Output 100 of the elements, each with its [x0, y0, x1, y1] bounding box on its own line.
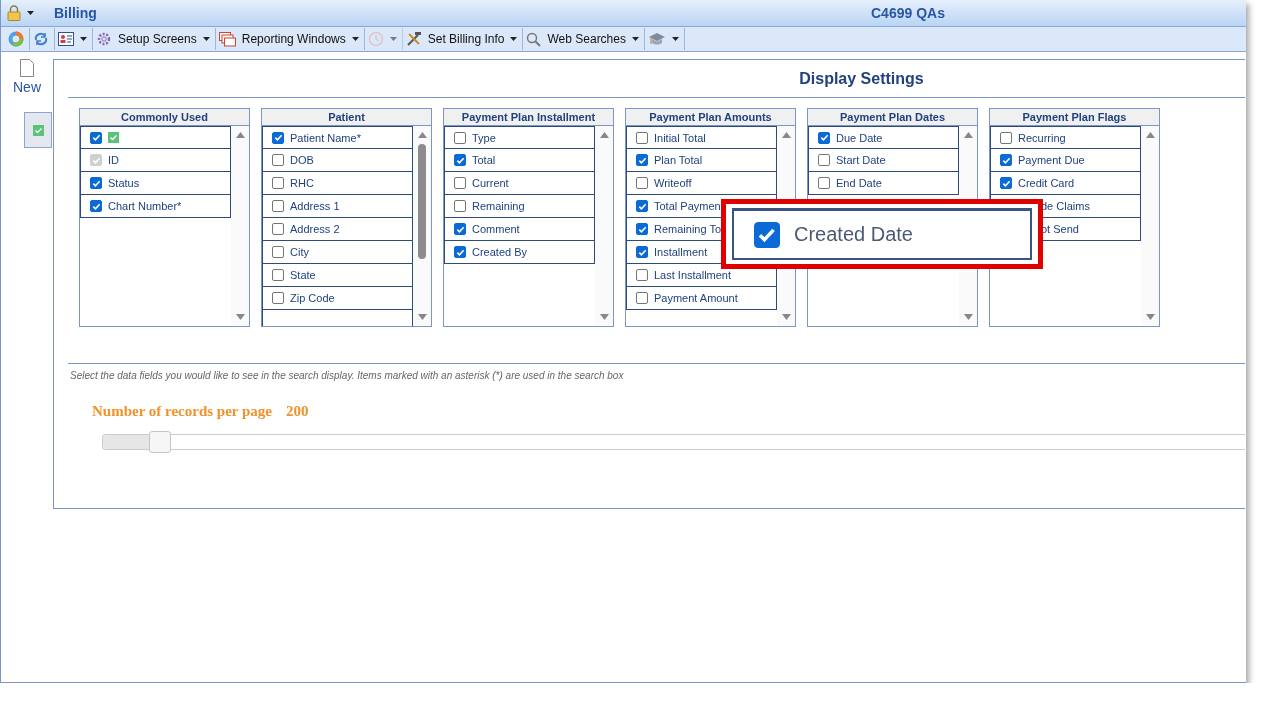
toolbar-menu-button[interactable]: Web Searches: [523, 28, 645, 50]
check-icon: [108, 132, 119, 143]
scroll-down-icon[interactable]: [964, 314, 973, 320]
scrollbar[interactable]: [1141, 126, 1159, 326]
graduation-cap-icon: [648, 32, 666, 46]
list-row[interactable]: [80, 126, 231, 149]
checkbox[interactable]: [272, 292, 284, 304]
scroll-up-icon[interactable]: [418, 132, 427, 138]
scroll-down-icon[interactable]: [1146, 314, 1155, 320]
list-row[interactable]: Address 1: [262, 195, 413, 218]
list-row[interactable]: Payment Amount: [626, 287, 777, 310]
list-row[interactable]: City: [262, 241, 413, 264]
row-label: Total: [472, 154, 496, 166]
checkbox[interactable]: [272, 269, 284, 281]
checkbox[interactable]: [636, 131, 648, 144]
row-label: Type: [472, 131, 496, 144]
list-row[interactable]: Remaining: [444, 195, 595, 218]
checkbox[interactable]: [1000, 177, 1012, 189]
checkbox[interactable]: [818, 131, 830, 144]
list-row[interactable]: Payment Due: [990, 149, 1141, 172]
checkbox[interactable]: [636, 246, 648, 258]
scroll-up-icon[interactable]: [236, 132, 245, 138]
row-label: Address 2: [290, 223, 340, 235]
checkbox[interactable]: [818, 154, 830, 166]
checkbox[interactable]: [272, 246, 284, 258]
row-label: Status: [108, 177, 140, 189]
list-row[interactable]: Writeoff: [626, 172, 777, 195]
checkbox[interactable]: [454, 223, 466, 235]
row-label: Payment Amount: [654, 292, 738, 304]
toolbar-menu-button[interactable]: Set Billing Info: [402, 28, 524, 50]
scroll-thumb[interactable]: [418, 144, 426, 259]
row-label: Recurring: [1018, 131, 1066, 144]
checkbox[interactable]: [636, 177, 648, 189]
list-row[interactable]: DOB: [262, 149, 413, 172]
list-row[interactable]: Type: [444, 126, 595, 149]
row-label: Zip Code: [290, 292, 335, 304]
records-label: Number of records per page: [92, 403, 272, 420]
list-row[interactable]: Due Date: [808, 126, 959, 149]
scroll-up-icon[interactable]: [782, 132, 791, 138]
scroll-up-icon[interactable]: [1146, 132, 1155, 138]
scrollbar[interactable]: [595, 126, 613, 326]
checkbox[interactable]: [90, 131, 102, 144]
list-row[interactable]: Start Date: [808, 149, 959, 172]
checkbox[interactable]: [1000, 154, 1012, 166]
checkbox[interactable]: [818, 177, 830, 189]
list-row[interactable]: Status: [80, 172, 231, 195]
list-row[interactable]: Plan Total: [626, 149, 777, 172]
scroll-up-icon[interactable]: [964, 132, 973, 138]
checkbox[interactable]: [272, 223, 284, 235]
hint-text: Select the data fields you would like to see in the search display. Items marked with an asterisk (*) are used in the search box: [70, 370, 625, 381]
scroll-down-icon[interactable]: [600, 314, 609, 320]
row-label: Credit Card: [1018, 177, 1075, 189]
list-row[interactable]: End Date: [808, 172, 959, 195]
checkbox[interactable]: [272, 131, 284, 144]
checkbox[interactable]: [272, 154, 284, 166]
row-label: Payment Due: [1018, 154, 1085, 166]
checkbox[interactable]: [1000, 131, 1012, 144]
list-row[interactable]: Credit Card: [990, 172, 1141, 195]
list-row[interactable]: Created By: [444, 241, 595, 264]
list-row[interactable]: RHC: [262, 172, 413, 195]
list-row[interactable]: Zip Code: [262, 287, 413, 310]
checkbox[interactable]: [90, 200, 102, 212]
scrollbar[interactable]: [231, 126, 249, 326]
scroll-down-icon[interactable]: [418, 314, 427, 320]
list-row[interactable]: Current: [444, 172, 595, 195]
list-row[interactable]: Comment: [444, 218, 595, 241]
list-row[interactable]: Address 2: [262, 218, 413, 241]
list-row[interactable]: Chart Number*: [80, 195, 231, 218]
checkbox[interactable]: [454, 246, 466, 258]
checkbox[interactable]: [272, 200, 284, 212]
lock-icon[interactable]: [7, 5, 21, 21]
checkbox[interactable]: [636, 223, 648, 235]
scroll-up-icon[interactable]: [600, 132, 609, 138]
checkbox[interactable]: [636, 154, 648, 166]
list-row[interactable]: Recurring: [990, 126, 1141, 149]
slider-thumb[interactable]: [149, 431, 172, 453]
checkbox[interactable]: [454, 154, 466, 166]
checkbox[interactable]: [636, 292, 648, 304]
caret-icon: [27, 11, 34, 15]
new-button[interactable]: New: [1, 59, 53, 95]
checkbox[interactable]: [272, 177, 284, 189]
row-label: ID: [108, 154, 119, 166]
checkbox[interactable]: [90, 177, 102, 189]
scrollbar[interactable]: [413, 126, 431, 326]
scroll-down-icon[interactable]: [782, 314, 791, 320]
list-row[interactable]: State: [262, 264, 413, 287]
toolbar-button[interactable]: [55, 28, 93, 50]
toolbar-menu-button[interactable]: Setup Screens: [93, 28, 216, 50]
toolbar-menu-button[interactable]: Reporting Windows: [215, 28, 365, 50]
checkbox[interactable]: [636, 200, 648, 212]
checkbox[interactable]: [454, 131, 466, 144]
list-row[interactable]: Patient Name*: [262, 126, 413, 149]
list-row[interactable]: Total: [444, 149, 595, 172]
checkbox[interactable]: [636, 269, 648, 281]
list-row[interactable]: Initial Total: [626, 126, 777, 149]
slider-track[interactable]: [102, 434, 1245, 450]
checkbox[interactable]: [454, 177, 466, 189]
caret-icon: [672, 37, 679, 41]
scroll-down-icon[interactable]: [236, 314, 245, 320]
checkbox[interactable]: [454, 200, 466, 212]
